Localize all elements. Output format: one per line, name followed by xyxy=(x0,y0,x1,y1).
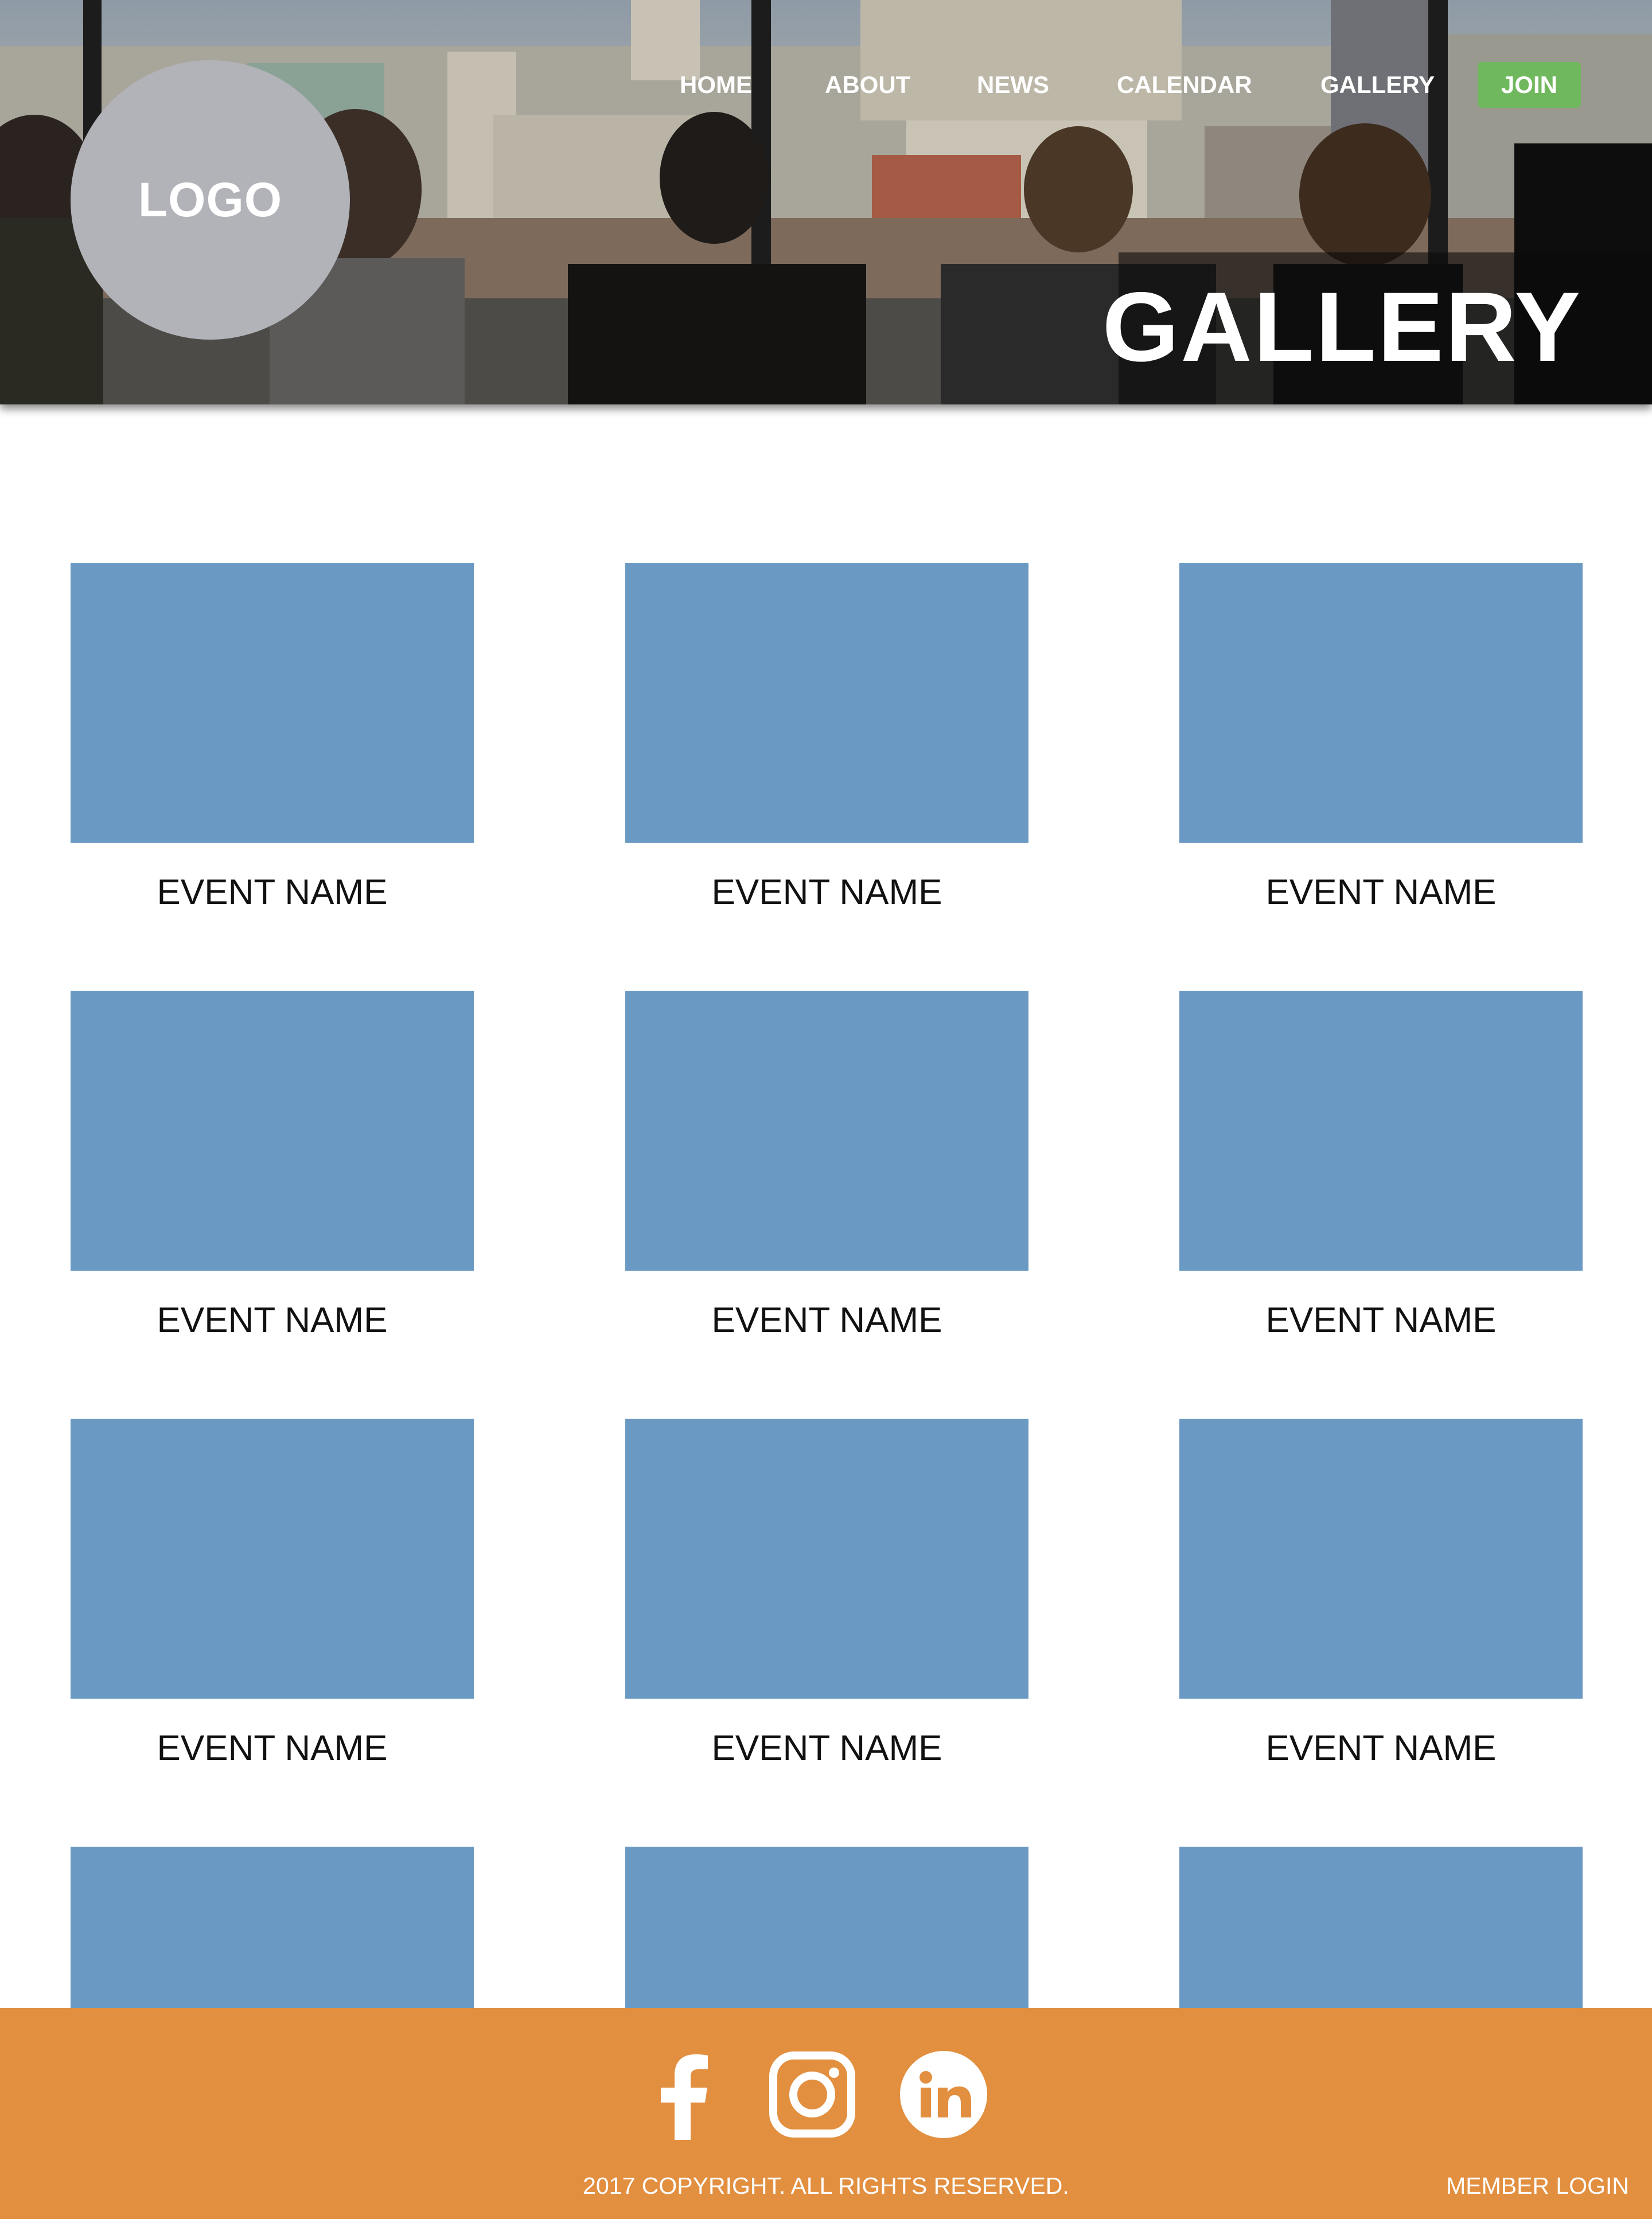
page-title: GALLERY xyxy=(1102,272,1582,382)
gallery-card[interactable]: EVENT NAME xyxy=(625,563,1028,914)
gallery-card[interactable]: EVENT NAME xyxy=(1179,991,1583,1342)
gallery-card[interactable]: EVENT NAME xyxy=(625,1419,1028,1770)
nav-gallery[interactable]: GALLERY xyxy=(1320,62,1435,108)
event-name: EVENT NAME xyxy=(1265,1729,1497,1768)
join-button[interactable]: JOIN xyxy=(1478,62,1581,108)
event-image-placeholder[interactable] xyxy=(71,1419,474,1699)
linkedin-link[interactable] xyxy=(898,2051,989,2140)
event-image-placeholder[interactable] xyxy=(1179,1419,1583,1699)
gallery-card[interactable]: EVENT NAME xyxy=(71,991,474,1342)
event-image-placeholder[interactable] xyxy=(1179,991,1583,1271)
gallery-grid: EVENT NAME EVENT NAME EVENT NAME EVENT N… xyxy=(0,404,1652,2127)
event-image-placeholder[interactable] xyxy=(1179,563,1583,843)
event-image-placeholder[interactable] xyxy=(625,1419,1028,1699)
event-image-placeholder[interactable] xyxy=(625,563,1028,843)
social-links xyxy=(0,2051,1652,2140)
logo[interactable]: LOGO xyxy=(71,60,350,340)
event-image-placeholder[interactable] xyxy=(71,563,474,843)
linkedin-icon xyxy=(900,2051,987,2138)
nav-calendar[interactable]: CALENDAR xyxy=(1117,62,1252,108)
site-footer: 2017 COPYRIGHT. ALL RIGHTS RESERVED. MEM… xyxy=(0,2008,1652,2219)
event-name: EVENT NAME xyxy=(1265,1301,1497,1340)
event-name: EVENT NAME xyxy=(157,1301,388,1340)
event-name: EVENT NAME xyxy=(711,1301,942,1340)
gallery-card[interactable]: EVENT NAME xyxy=(71,1419,474,1770)
event-name: EVENT NAME xyxy=(711,1729,942,1768)
event-image-placeholder[interactable] xyxy=(625,991,1028,1271)
nav-news[interactable]: NEWS xyxy=(977,62,1049,108)
instagram-icon xyxy=(769,2051,855,2138)
member-login-link[interactable]: MEMBER LOGIN xyxy=(1446,2169,1629,2203)
gallery-card[interactable]: EVENT NAME xyxy=(625,991,1028,1342)
gallery-card[interactable]: EVENT NAME xyxy=(1179,563,1583,914)
facebook-link[interactable] xyxy=(638,2051,730,2140)
event-name: EVENT NAME xyxy=(157,873,388,912)
event-image-placeholder[interactable] xyxy=(71,991,474,1271)
event-name: EVENT NAME xyxy=(157,1729,388,1768)
copyright-text: 2017 COPYRIGHT. ALL RIGHTS RESERVED. xyxy=(583,2173,1069,2199)
facebook-icon xyxy=(661,2054,708,2140)
logo-text: LOGO xyxy=(138,173,283,227)
hero-header: LOGO HOME ABOUT NEWS CALENDAR GALLERY JO… xyxy=(0,0,1652,404)
event-name: EVENT NAME xyxy=(711,873,942,912)
main-nav: HOME ABOUT NEWS CALENDAR GALLERY JOIN xyxy=(660,62,1583,108)
instagram-link[interactable] xyxy=(766,2051,858,2140)
nav-about[interactable]: ABOUT xyxy=(825,62,910,108)
nav-home[interactable]: HOME xyxy=(680,62,752,108)
gallery-card[interactable]: EVENT NAME xyxy=(71,563,474,914)
gallery-card[interactable]: EVENT NAME xyxy=(1179,1419,1583,1770)
event-name: EVENT NAME xyxy=(1265,873,1497,912)
